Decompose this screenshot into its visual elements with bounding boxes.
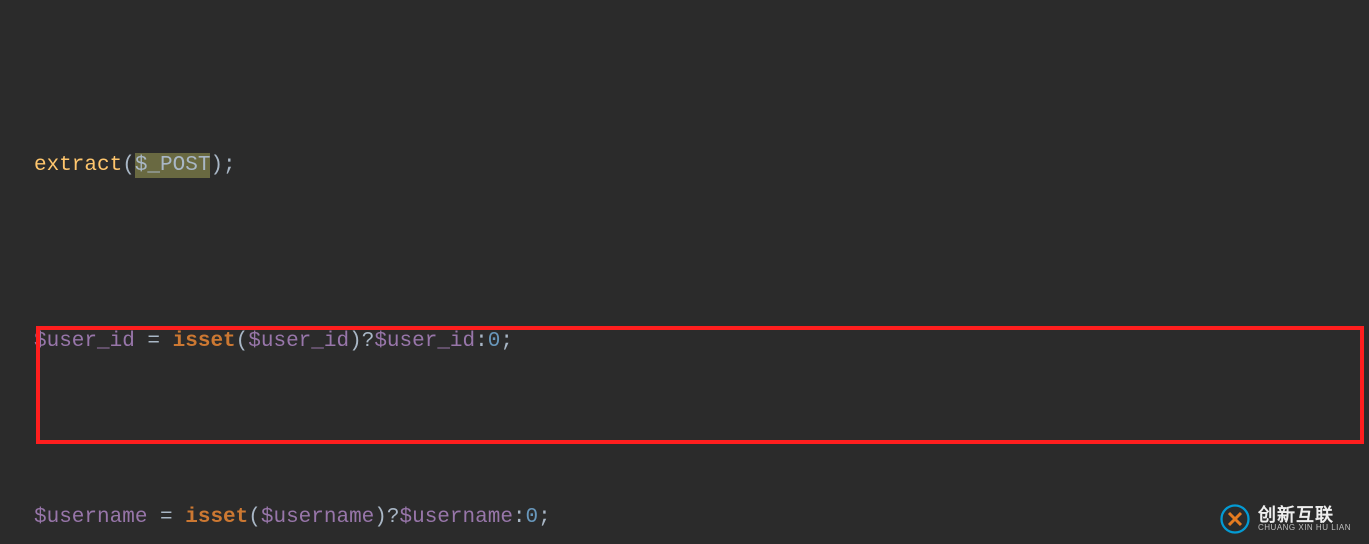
- token-var: $user_id: [34, 330, 135, 353]
- token-number: 0: [526, 506, 539, 529]
- watermark: 创新互联 CHUANG XIN HU LIAN: [1220, 504, 1351, 534]
- token: (: [236, 330, 249, 353]
- code-editor[interactable]: extract($_POST); $user_id = isset($user_…: [0, 0, 1369, 544]
- token: (: [248, 506, 261, 529]
- token: ;: [500, 330, 513, 353]
- token-var: $username: [400, 506, 513, 529]
- token-number: 0: [488, 330, 501, 353]
- code-line: $user_id = isset($user_id)?$user_id:0;: [34, 320, 1369, 364]
- logo-icon: [1220, 504, 1250, 534]
- token: );: [210, 154, 235, 177]
- token-var: $user_id: [248, 330, 349, 353]
- code-line: extract($_POST);: [34, 144, 1369, 188]
- token: )?: [374, 506, 399, 529]
- token: =: [135, 330, 173, 353]
- watermark-text: 创新互联: [1258, 506, 1351, 524]
- token: =: [147, 506, 185, 529]
- token: :: [513, 506, 526, 529]
- token-keyword: isset: [173, 330, 236, 353]
- token-var: $user_id: [374, 330, 475, 353]
- token: ;: [538, 506, 551, 529]
- watermark-subtext: CHUANG XIN HU LIAN: [1258, 524, 1351, 532]
- token-var: $username: [34, 506, 147, 529]
- token-var: $_POST: [135, 153, 211, 178]
- token-var: $username: [261, 506, 374, 529]
- token: :: [475, 330, 488, 353]
- token-func: extract: [34, 154, 122, 177]
- code-line: $username = isset($username)?$username:0…: [34, 496, 1369, 540]
- token-keyword: isset: [185, 506, 248, 529]
- token: (: [122, 154, 135, 177]
- token: )?: [349, 330, 374, 353]
